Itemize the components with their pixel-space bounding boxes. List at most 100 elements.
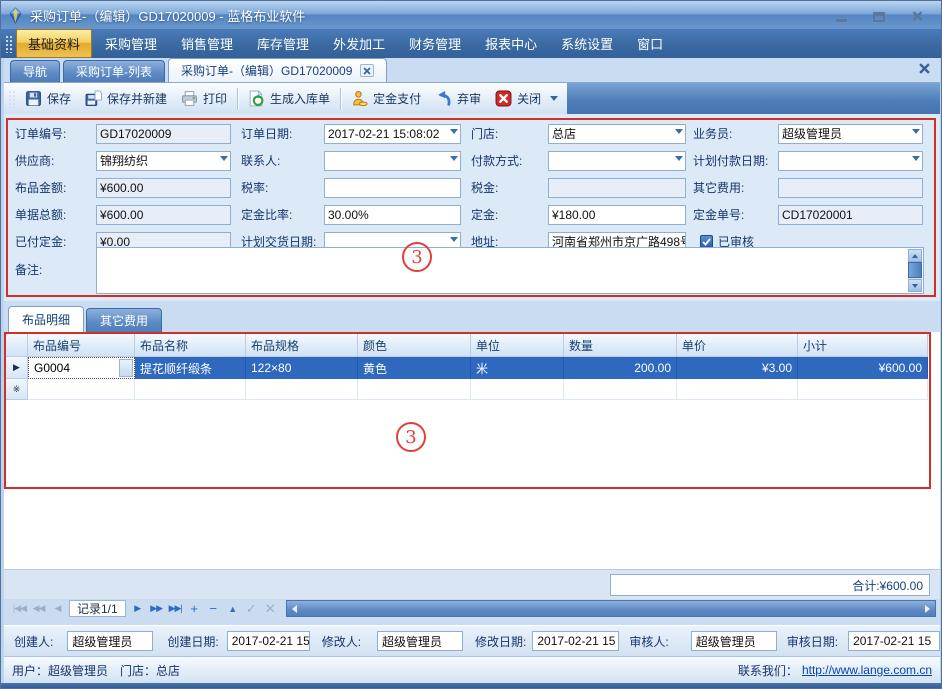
nav-next-icon[interactable]: ▶ bbox=[128, 600, 147, 617]
grid-col-name[interactable]: 布品名称 bbox=[135, 334, 246, 357]
combo-arrow-icon[interactable] bbox=[675, 129, 683, 134]
combo-arrow-icon[interactable] bbox=[450, 237, 458, 242]
nav-cancel-icon[interactable]: ✕ bbox=[261, 600, 280, 617]
contact-us-label: 联系我们： bbox=[738, 662, 798, 679]
remark-scrollbar[interactable] bbox=[908, 249, 922, 292]
close-button[interactable]: 关闭 bbox=[488, 86, 548, 111]
pay-method-field[interactable] bbox=[548, 151, 686, 171]
grid-row-selected[interactable]: ▶ G0004 提花顺纤缎条 122×80 黄色 米 200.00 ¥3.00 … bbox=[6, 357, 928, 379]
tab-other-fees[interactable]: 其它费用 bbox=[86, 308, 162, 332]
menu-item-finance[interactable]: 财务管理 bbox=[398, 30, 472, 57]
contact-label: 联系人: bbox=[241, 152, 324, 169]
print-button[interactable]: 打印 bbox=[174, 86, 234, 111]
combo-arrow-icon[interactable] bbox=[220, 156, 228, 161]
order-no-label: 订单编号: bbox=[15, 125, 96, 142]
save-and-new-button[interactable]: 保存并新建 bbox=[78, 86, 174, 111]
grid-header-row: 布品编号 布品名称 布品规格 颜色 单位 数量 单价 小计 bbox=[6, 334, 928, 357]
grid-col-code[interactable]: 布品编号 bbox=[28, 334, 135, 357]
menu-item-window[interactable]: 窗口 bbox=[626, 30, 674, 57]
save-button[interactable]: 保存 bbox=[18, 86, 78, 111]
nav-prior-page-icon[interactable]: ◀◀ bbox=[29, 600, 48, 617]
tab-po-edit[interactable]: 采购订单-（编辑）GD17020009 bbox=[168, 58, 387, 82]
grid-indicator-header bbox=[6, 334, 28, 357]
cell-code-editor[interactable]: G0004 bbox=[28, 357, 135, 379]
horizontal-scrollbar[interactable] bbox=[286, 600, 936, 617]
tax-rate-field[interactable] bbox=[324, 178, 461, 198]
menu-item-sales[interactable]: 销售管理 bbox=[170, 30, 244, 57]
close-dropdown-icon[interactable] bbox=[550, 96, 558, 101]
menu-item-settings[interactable]: 系统设置 bbox=[550, 30, 624, 57]
tabstrip-close-icon[interactable] bbox=[919, 63, 930, 77]
grid-row-new[interactable]: ※ bbox=[6, 379, 928, 400]
combo-arrow-icon[interactable] bbox=[450, 129, 458, 134]
deposit-field[interactable]: ¥180.00 bbox=[548, 205, 686, 225]
toolbar-filler bbox=[567, 83, 940, 114]
deposit-payment-button[interactable]: 定金支付 bbox=[344, 86, 428, 111]
nav-edit-icon[interactable]: ▲ bbox=[223, 600, 242, 617]
combo-arrow-icon[interactable] bbox=[675, 156, 683, 161]
cell-color[interactable]: 黄色 bbox=[358, 357, 471, 379]
title-bar: 采购订单-（编辑）GD17020009 - 蓝格布业软件 bbox=[1, 1, 942, 29]
floppy-icon bbox=[25, 90, 42, 107]
grid-col-color[interactable]: 颜色 bbox=[358, 334, 471, 357]
menu-item-outsourcing[interactable]: 外发加工 bbox=[322, 30, 396, 57]
modified-field: 2017-02-21 15 bbox=[532, 631, 619, 651]
order-date-field[interactable]: 2017-02-21 15:08:02 bbox=[324, 124, 461, 144]
cell-subtotal[interactable]: ¥600.00 bbox=[798, 357, 928, 379]
toolbar-separator bbox=[237, 88, 238, 110]
supplier-field[interactable]: 锦翔纺织 bbox=[96, 151, 231, 171]
nav-post-icon[interactable]: ✓ bbox=[242, 600, 261, 617]
scroll-down-icon[interactable] bbox=[908, 279, 922, 292]
nav-delete-icon[interactable]: − bbox=[204, 600, 223, 617]
combo-arrow-icon[interactable] bbox=[119, 359, 133, 377]
scroll-left-icon[interactable] bbox=[287, 601, 303, 616]
nav-last-icon[interactable]: ▶▶| bbox=[166, 600, 185, 617]
cell-price[interactable]: ¥3.00 bbox=[677, 357, 798, 379]
salesman-field[interactable]: 超级管理员 bbox=[778, 124, 923, 144]
generate-stockin-button[interactable]: 生成入库单 bbox=[241, 86, 337, 111]
website-link[interactable]: http://www.lange.com.cn bbox=[802, 663, 932, 677]
tab-navigation[interactable]: 导航 bbox=[10, 60, 60, 82]
nav-first-icon[interactable]: |◀◀ bbox=[10, 600, 29, 617]
order-date-label: 订单日期: bbox=[241, 125, 324, 142]
grid-col-subtotal[interactable]: 小计 bbox=[798, 334, 928, 357]
nav-prior-icon[interactable]: ◀ bbox=[48, 600, 67, 617]
close-window-icon[interactable] bbox=[909, 8, 925, 22]
nav-next-page-icon[interactable]: ▶▶ bbox=[147, 600, 166, 617]
tax-label: 税金: bbox=[471, 179, 548, 196]
combo-arrow-icon[interactable] bbox=[912, 156, 920, 161]
combo-arrow-icon[interactable] bbox=[912, 129, 920, 134]
remark-textarea[interactable] bbox=[96, 247, 924, 294]
cell-qty[interactable]: 200.00 bbox=[564, 357, 677, 379]
menu-item-inventory[interactable]: 库存管理 bbox=[246, 30, 320, 57]
menu-item-basic-data[interactable]: 基础资料 bbox=[16, 29, 92, 58]
grid-col-spec[interactable]: 布品规格 bbox=[246, 334, 358, 357]
audit-date-label: 审核日期: bbox=[787, 633, 838, 650]
scroll-right-icon[interactable] bbox=[919, 601, 935, 616]
contact-field[interactable] bbox=[324, 151, 461, 171]
store-field[interactable]: 总店 bbox=[548, 124, 686, 144]
cell-name[interactable]: 提花顺纤缎条 bbox=[135, 357, 246, 379]
grid-col-unit[interactable]: 单位 bbox=[471, 334, 564, 357]
nav-insert-icon[interactable]: + bbox=[185, 600, 204, 617]
tab-po-list[interactable]: 采购订单-列表 bbox=[63, 60, 165, 82]
doc-total-field: ¥600.00 bbox=[96, 205, 231, 225]
maximize-icon[interactable] bbox=[871, 8, 887, 22]
cell-spec[interactable]: 122×80 bbox=[246, 357, 358, 379]
deposit-label: 定金: bbox=[471, 206, 548, 223]
grid-col-qty[interactable]: 数量 bbox=[564, 334, 677, 357]
abandon-audit-button[interactable]: 弃审 bbox=[428, 86, 488, 111]
toolbar-grip bbox=[5, 35, 12, 53]
menu-item-purchase[interactable]: 采购管理 bbox=[94, 30, 168, 57]
minimize-icon[interactable] bbox=[833, 8, 849, 22]
plan-pay-date-field[interactable] bbox=[778, 151, 923, 171]
combo-arrow-icon[interactable] bbox=[450, 156, 458, 161]
grid-col-price[interactable]: 单价 bbox=[677, 334, 798, 357]
scroll-up-icon[interactable] bbox=[908, 249, 922, 262]
cell-unit[interactable]: 米 bbox=[471, 357, 564, 379]
tab-fabric-detail[interactable]: 布品明细 bbox=[8, 306, 84, 332]
menu-item-reports[interactable]: 报表中心 bbox=[474, 30, 548, 57]
tab-close-icon[interactable] bbox=[360, 64, 374, 77]
deposit-rate-field[interactable]: 30.00% bbox=[324, 205, 461, 225]
scrollbar-thumb[interactable] bbox=[908, 262, 922, 278]
